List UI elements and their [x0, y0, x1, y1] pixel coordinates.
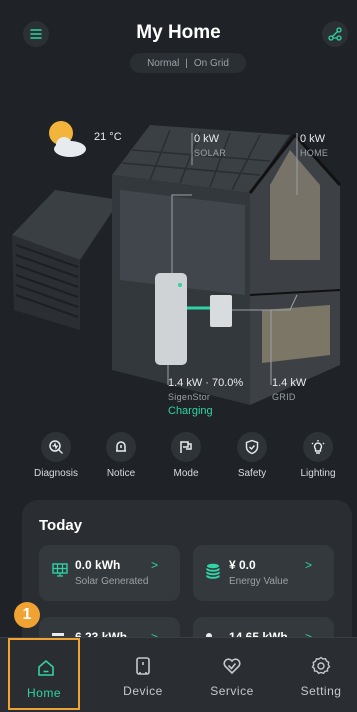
step-badge: 1	[14, 602, 40, 628]
battery-name: SigenStor	[168, 392, 211, 402]
quick-action-mode[interactable]: Mode	[156, 432, 216, 479]
system-status-pill: Normal | On Grid	[130, 53, 246, 73]
coins-icon	[206, 563, 220, 579]
settings-icon	[311, 656, 331, 675]
nav-device[interactable]: Device	[107, 638, 179, 710]
home-readout[interactable]: 0 kW HOME	[300, 132, 328, 160]
tile-label: Solar Generated	[75, 576, 149, 587]
weather-temperature: 21 °C	[94, 131, 122, 143]
chevron-right-icon: >	[151, 558, 159, 572]
nav-label: Service	[210, 684, 254, 698]
bottom-nav: Home Device Service Setting	[0, 637, 357, 712]
nav-label: Home	[26, 686, 61, 700]
tile-solar-generated[interactable]: 0.0 kWh Solar Generated >	[39, 545, 180, 601]
tile-value: ¥ 0.0	[229, 558, 256, 572]
device-icon	[136, 657, 150, 675]
notice-icon	[116, 441, 126, 452]
quick-action-label: Lighting	[300, 468, 336, 479]
tile-label: Energy Value	[229, 576, 289, 587]
grid-status-text: On Grid	[193, 57, 229, 69]
lighting-icon	[311, 440, 325, 454]
battery-value: 1.4 kW · 70.0%	[168, 377, 244, 389]
quick-action-diagnosis[interactable]: Diagnosis	[26, 432, 86, 479]
quick-action-label: Notice	[106, 468, 136, 479]
battery-status: Charging	[168, 405, 213, 417]
home-value: 0 kW	[300, 133, 326, 145]
solar-readout[interactable]: 0 kW SOLAR	[194, 132, 226, 160]
chevron-right-icon: >	[305, 558, 313, 572]
home-icon	[38, 659, 54, 676]
nav-label: Setting	[300, 684, 342, 698]
quick-action-label: Diagnosis	[34, 468, 78, 479]
diagnosis-icon	[49, 440, 63, 454]
home-label: HOME	[300, 148, 329, 158]
status-separator: |	[185, 57, 188, 69]
grid-value: 1.4 kW	[272, 377, 307, 389]
nav-label: Device	[123, 684, 163, 698]
quick-action-notice[interactable]: Notice	[91, 432, 151, 479]
today-title: Today	[39, 517, 83, 534]
grid-readout[interactable]: 1.4 kW GRID	[272, 376, 306, 404]
quick-action-lighting[interactable]: Lighting	[288, 432, 348, 479]
nav-setting[interactable]: Setting	[285, 638, 357, 710]
solar-panel-icon	[52, 563, 68, 577]
house-energy-scene: 21 °C 0 kW SOLAR 0 kW HOME 1.4 kW · 70.0…	[0, 95, 357, 425]
tile-value: 0.0 kWh	[75, 558, 121, 572]
battery-readout[interactable]: 1.4 kW · 70.0% SigenStor Charging	[168, 376, 243, 418]
header: My Home Normal | On Grid	[0, 0, 357, 80]
status-text: Normal	[147, 57, 180, 69]
quick-action-label: Safety	[237, 468, 267, 479]
solar-label: SOLAR	[194, 148, 227, 158]
tile-energy-value[interactable]: ¥ 0.0 Energy Value >	[193, 545, 334, 601]
service-icon	[223, 658, 241, 675]
safety-icon	[245, 439, 259, 455]
page-title: My Home	[136, 22, 221, 43]
nav-service[interactable]: Service	[196, 638, 268, 710]
nav-home[interactable]: Home	[8, 638, 80, 710]
quick-action-safety[interactable]: Safety	[222, 432, 282, 479]
mode-icon	[180, 441, 192, 453]
topology-button[interactable]	[322, 21, 348, 47]
grid-label: GRID	[272, 392, 296, 402]
partly-cloudy-icon	[49, 121, 86, 157]
quick-actions: Diagnosis Notice Mode Safety Lighting	[0, 432, 357, 492]
today-card: Today 0.0 kWh Solar Generated > ¥ 0.0 En…	[22, 500, 352, 673]
quick-action-label: Mode	[173, 468, 199, 479]
topology-icon	[328, 27, 342, 41]
solar-value: 0 kW	[194, 133, 220, 145]
